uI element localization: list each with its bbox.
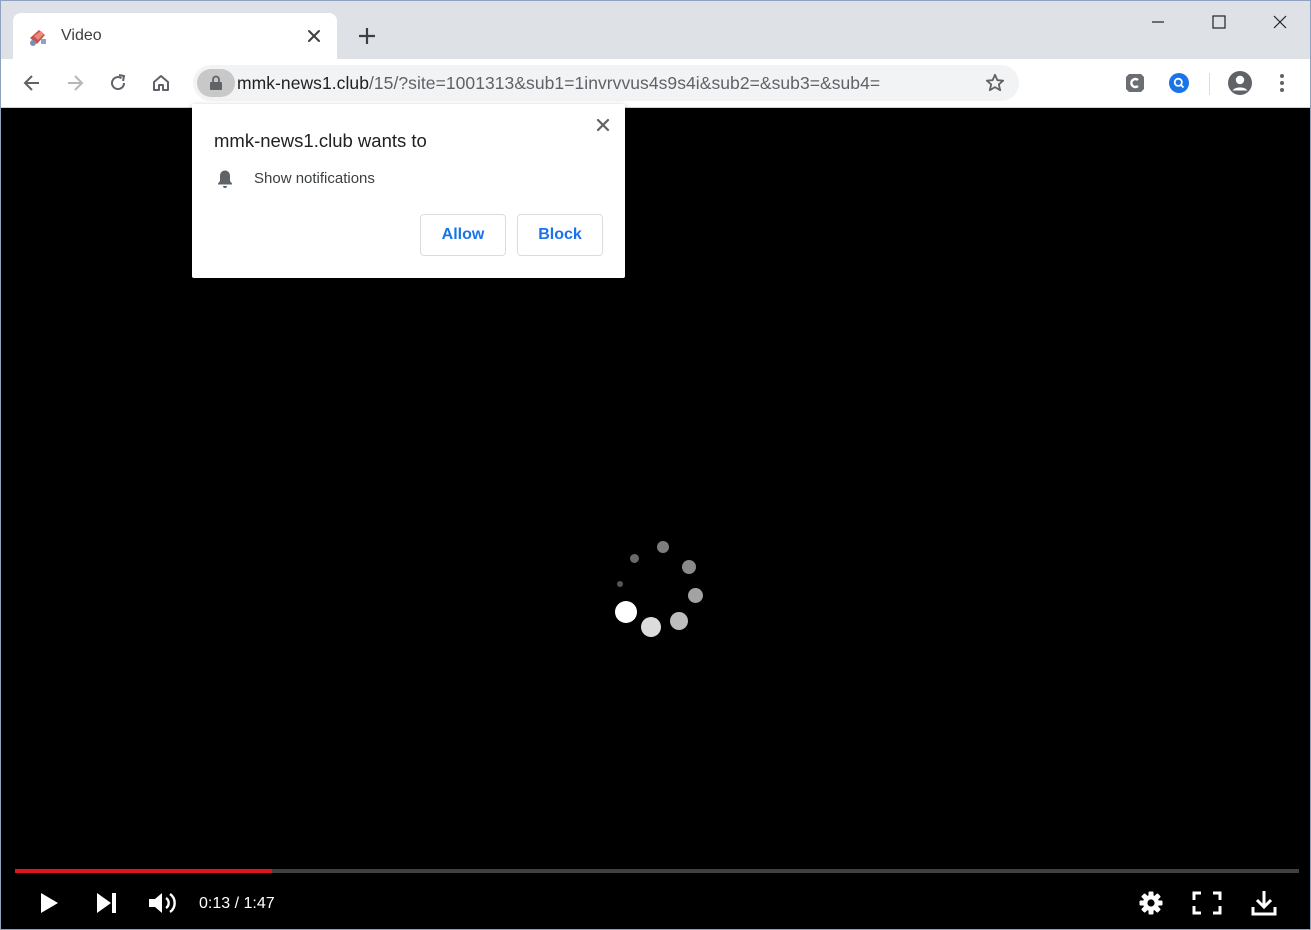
extension-c-button[interactable]	[1123, 71, 1147, 95]
back-button[interactable]	[18, 69, 46, 97]
download-icon	[1251, 891, 1277, 916]
url-text[interactable]: mmk-news1.club/15/?site=1001313&sub1=1in…	[237, 73, 880, 94]
extension-search-icon	[1169, 73, 1189, 93]
spinner-dot	[630, 554, 639, 563]
tab-strip: Video	[1, 1, 1310, 59]
plus-icon	[359, 28, 375, 44]
home-button[interactable]	[147, 69, 175, 97]
settings-icon	[1139, 891, 1163, 915]
back-icon	[23, 75, 39, 91]
loading-spinner-icon	[601, 533, 711, 643]
menu-button[interactable]	[1270, 71, 1294, 95]
toolbar: mmk-news1.club/15/?site=1001313&sub1=1in…	[1, 59, 1310, 108]
forward-icon	[68, 75, 84, 91]
next-icon	[97, 893, 116, 913]
profile-button[interactable]	[1227, 70, 1253, 96]
bell-icon	[218, 170, 232, 188]
reload-button[interactable]	[104, 69, 132, 97]
profile-icon	[1228, 71, 1252, 95]
home-icon	[153, 75, 169, 91]
menu-icon	[1280, 74, 1284, 92]
tab-title: Video	[61, 27, 102, 44]
star-icon	[985, 73, 1005, 92]
maximize-icon	[1212, 15, 1226, 29]
permission-label: Show notifications	[254, 170, 375, 187]
toolbar-separator	[1209, 73, 1210, 95]
close-icon	[596, 118, 610, 132]
extension-c-icon	[1126, 74, 1144, 92]
spinner-dot	[688, 588, 703, 603]
close-window-button[interactable]	[1249, 1, 1310, 43]
spinner-dot	[617, 581, 623, 587]
spinner-dot	[641, 617, 661, 637]
lock-icon	[210, 75, 222, 90]
settings-button[interactable]	[1134, 886, 1168, 920]
duration: 1:47	[243, 895, 275, 912]
fullscreen-icon	[1192, 891, 1222, 915]
close-icon	[1273, 15, 1287, 29]
spinner-dot	[615, 601, 637, 623]
address-bar[interactable]: mmk-news1.club/15/?site=1001313&sub1=1in…	[193, 65, 1019, 101]
minimize-button[interactable]	[1127, 1, 1189, 43]
play-icon	[41, 893, 58, 913]
new-tab-button[interactable]	[353, 22, 381, 50]
minimize-icon	[1152, 21, 1164, 23]
spinner-dot	[657, 541, 669, 553]
extension-search-button[interactable]	[1167, 71, 1191, 95]
volume-button[interactable]	[146, 886, 180, 920]
forward-button[interactable]	[61, 69, 89, 97]
url-host: mmk-news1.club	[237, 73, 369, 93]
block-button[interactable]: Block	[517, 214, 603, 256]
video-progress-bar[interactable]	[15, 869, 1299, 873]
video-progress-fill	[15, 869, 272, 873]
spinner-dot	[670, 612, 688, 630]
notification-permission-popup: mmk-news1.club wants to Show notificatio…	[192, 104, 625, 278]
time-separator: /	[230, 895, 244, 912]
bookmark-star-button[interactable]	[983, 71, 1007, 95]
favicon-icon	[30, 30, 46, 46]
fullscreen-button[interactable]	[1190, 886, 1224, 920]
volume-icon	[149, 893, 176, 913]
time-display: 0:13 / 1:47	[199, 895, 275, 913]
site-info-button[interactable]	[197, 69, 235, 97]
download-button[interactable]	[1247, 886, 1281, 920]
current-time: 0:13	[199, 895, 231, 912]
popup-close-button[interactable]	[592, 114, 614, 136]
spinner-dot	[682, 560, 696, 574]
tab-close-icon[interactable]	[302, 24, 326, 48]
next-button[interactable]	[89, 886, 123, 920]
popup-title: mmk-news1.club wants to	[214, 130, 427, 151]
play-button[interactable]	[32, 886, 66, 920]
maximize-button[interactable]	[1188, 1, 1250, 43]
allow-button[interactable]: Allow	[420, 214, 506, 256]
tab-video[interactable]: Video	[13, 13, 337, 59]
reload-icon	[111, 74, 126, 91]
browser-window: Video mmk-news1.club/15/?site=1001313&su…	[0, 0, 1311, 930]
url-path: /15/?site=1001313&sub1=1invrvvus4s9s4i&s…	[368, 73, 881, 93]
